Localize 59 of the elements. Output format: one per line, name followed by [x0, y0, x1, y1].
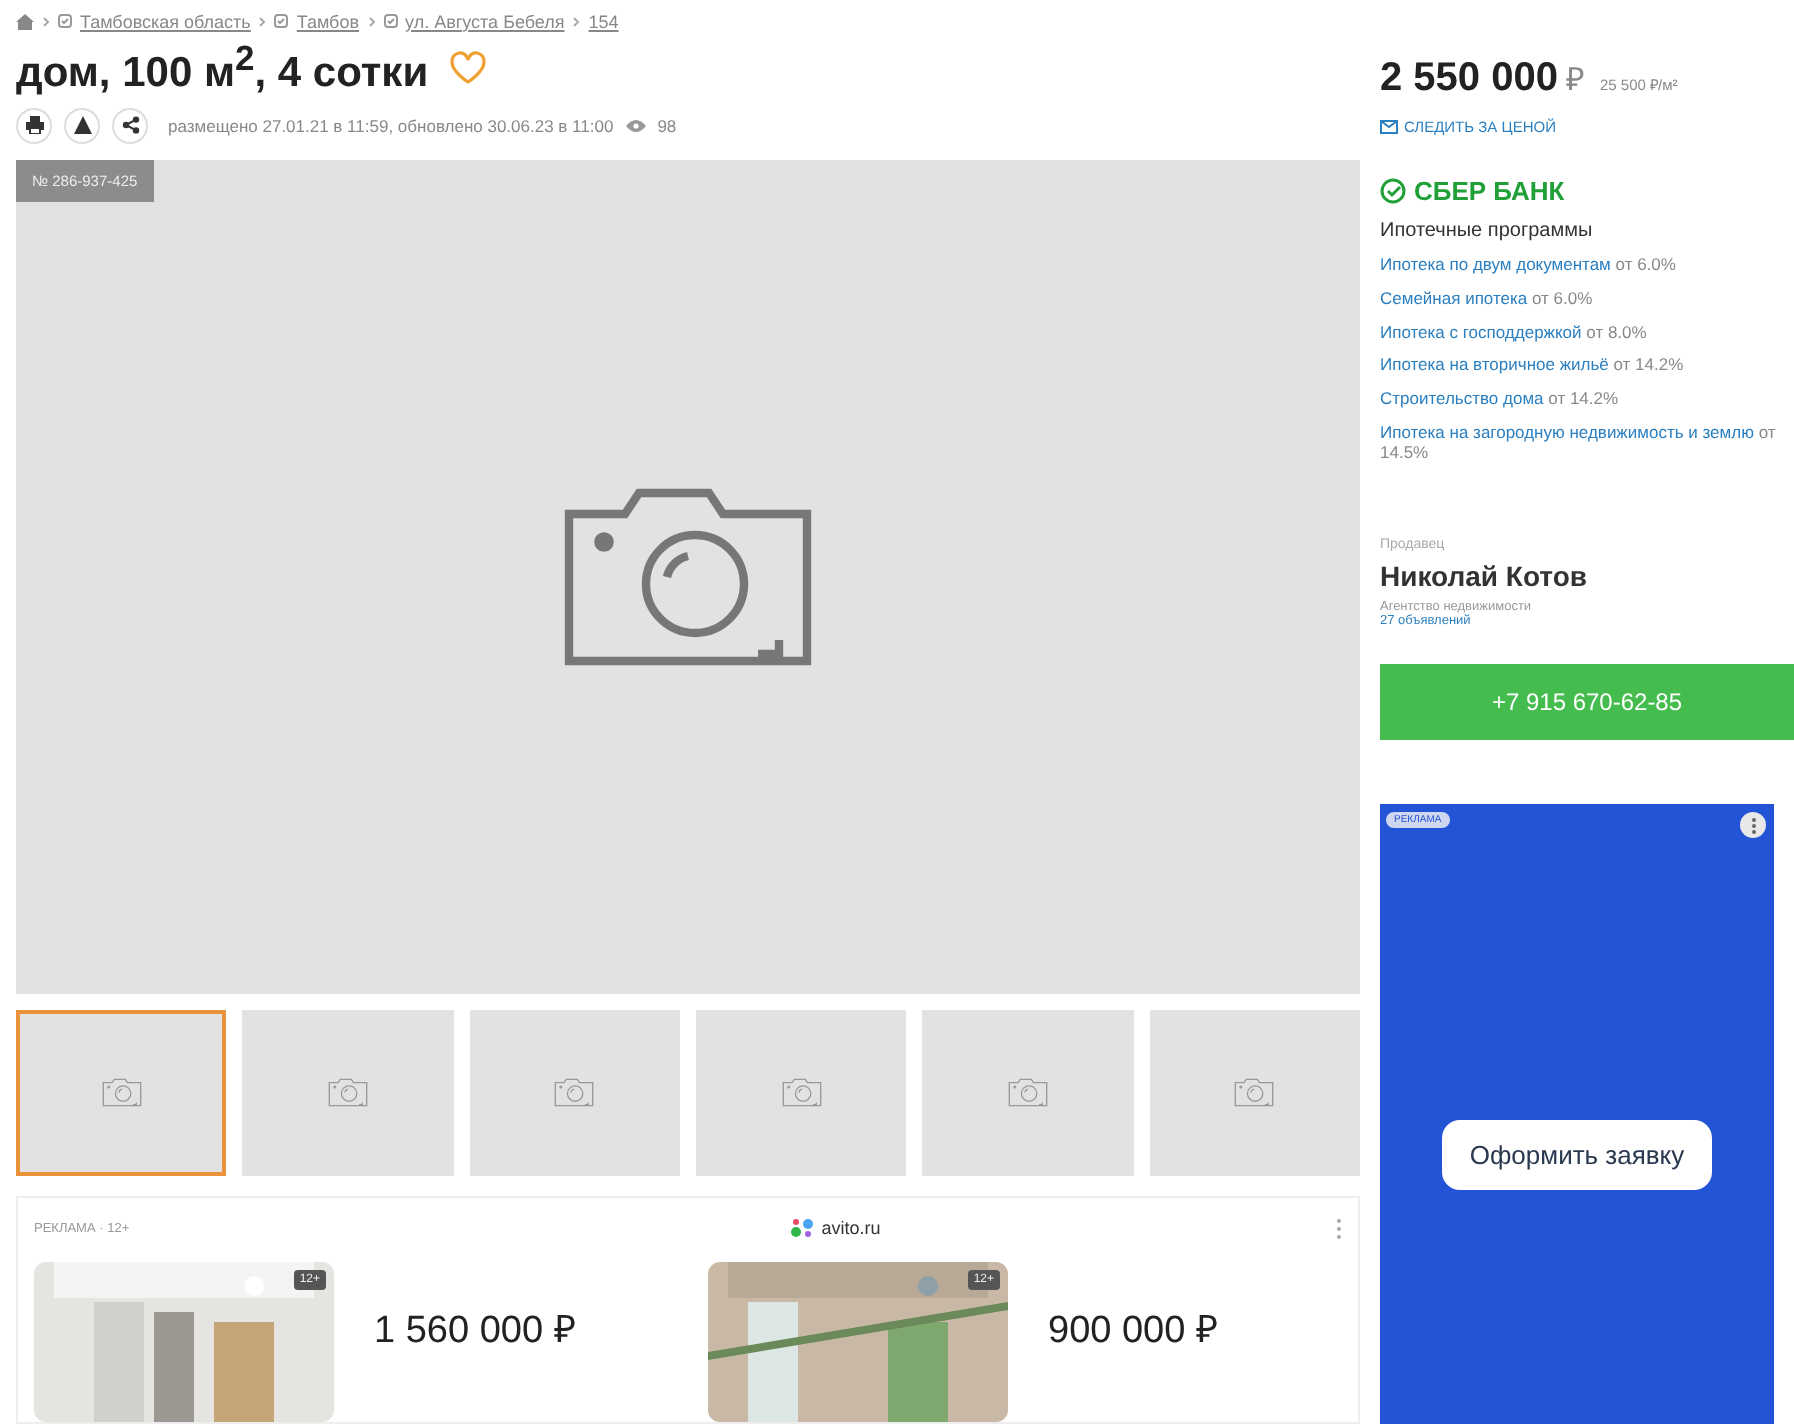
camera-icon — [552, 1076, 597, 1110]
program-link[interactable]: Строительство дома — [1380, 388, 1544, 409]
logo-icon — [789, 1218, 814, 1239]
mortgage-program: Ипотека с господдержкой от 8.0% — [1380, 323, 1649, 343]
mail-icon — [1380, 120, 1398, 134]
ad-price: 1 560 000 ₽ — [374, 1308, 576, 1357]
share-button[interactable] — [112, 107, 148, 144]
warning-icon — [73, 116, 91, 135]
chevron-icon — [572, 15, 581, 28]
section-heading: Ипотечные программы — [1380, 220, 1595, 242]
breadcrumb-link[interactable]: Тамбовская область — [80, 11, 251, 32]
program-link[interactable]: Ипотека на вторичное жильё — [1380, 354, 1609, 375]
camera-icon — [99, 1076, 144, 1110]
eye-icon — [625, 119, 646, 132]
breadcrumb-link[interactable]: 154 — [588, 11, 619, 32]
thumbnail[interactable] — [242, 1010, 454, 1177]
ad-price: 900 000 ₽ — [1048, 1308, 1218, 1357]
warning-button[interactable] — [64, 107, 100, 144]
more-icon[interactable] — [1740, 812, 1766, 839]
program-link[interactable]: Ипотека по двум документам — [1380, 254, 1611, 274]
breadcrumb-link[interactable]: Тамбов — [296, 11, 360, 32]
program-link[interactable]: Семейная ипотека — [1380, 287, 1528, 308]
program-link[interactable]: Ипотека с господдержкой — [1380, 321, 1582, 342]
mortgage-program: Семейная ипотека от 6.0% — [1380, 289, 1595, 310]
chevron-icon — [42, 15, 50, 28]
more-icon[interactable] — [1335, 1217, 1342, 1240]
view-count: 98 — [657, 115, 677, 136]
thumbnail[interactable] — [695, 1010, 907, 1177]
mortgage-program: Ипотека на загородную недвижимость и землю от 14.5% — [1380, 423, 1778, 463]
thumbnail[interactable] — [1149, 1010, 1360, 1177]
thumbnail[interactable] — [922, 1010, 1134, 1177]
listing-title: дом, 100 м$^{2}$, 4 сотки — [16, 38, 429, 99]
apply-button[interactable]: Оформить заявку — [1441, 1119, 1713, 1190]
mortgage-program: Ипотека по двум документам от 6.0% — [1380, 256, 1678, 276]
home-icon[interactable] — [16, 13, 34, 30]
program-link[interactable]: Ипотека на загородную недвижимость и землю — [1380, 421, 1754, 442]
camera-icon — [1232, 1076, 1277, 1110]
site-link[interactable]: avito.ru — [789, 1218, 881, 1239]
camera-icon — [779, 1076, 824, 1110]
thumbnail[interactable] — [16, 1010, 227, 1177]
breadcrumb-link[interactable]: ул. Августа Бебеля — [405, 11, 565, 32]
heart-icon[interactable] — [448, 50, 489, 87]
currency: ₽ — [1565, 62, 1584, 100]
print-button[interactable] — [16, 107, 52, 144]
posted-date: размещено 27.01.21 в 11:59, обновлено 30.06.23 в 11:00 — [168, 115, 614, 136]
bank-logo: СБЕР БАНК — [1380, 176, 1778, 206]
chevron-icon — [367, 15, 376, 28]
mortgage-program: Строительство дома от 14.2% — [1380, 390, 1621, 410]
camera-icon — [1005, 1076, 1050, 1110]
chevron-icon — [258, 15, 267, 28]
thumbnail[interactable] — [469, 1010, 680, 1177]
check-circle-icon — [1380, 178, 1406, 204]
share-icon — [121, 116, 139, 135]
printer-icon — [25, 116, 43, 135]
seller-name: Николай Котов — [1380, 560, 1589, 593]
phone-button[interactable]: +7 915 670-62-85 — [1380, 664, 1794, 741]
camera-icon — [325, 1076, 370, 1110]
price: 2 550 000 — [1380, 56, 1558, 102]
mortgage-program: Ипотека на вторичное жильё от 14.2% — [1380, 356, 1686, 377]
